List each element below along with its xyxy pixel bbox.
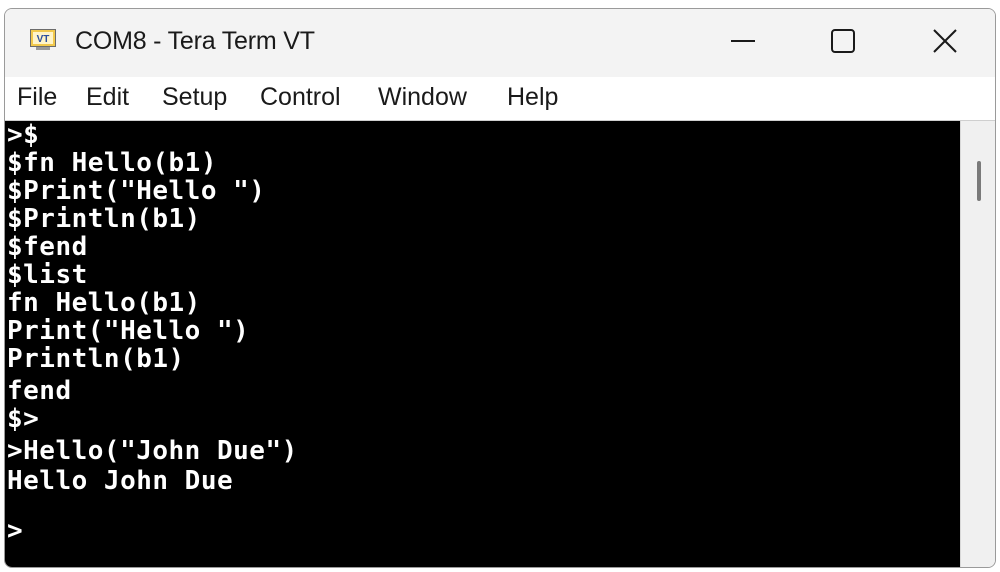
- terminal-line: Print("Hello "): [7, 316, 250, 346]
- terminal-line: fn Hello(b1): [7, 288, 201, 318]
- terminal-line: Hello John Due: [7, 466, 234, 496]
- terminal-line: Println(b1): [7, 344, 185, 374]
- terminal-line: $>: [7, 404, 40, 434]
- terminal-line: $list: [7, 260, 88, 290]
- menu-help[interactable]: Help: [507, 83, 558, 112]
- terminal-line: $Println(b1): [7, 204, 201, 234]
- terminal-line: $fend: [7, 232, 88, 262]
- minimize-button[interactable]: [718, 21, 768, 61]
- window-title: COM8 - Tera Term VT: [75, 27, 315, 55]
- scrollbar-thumb[interactable]: [977, 161, 981, 201]
- menu-file[interactable]: File: [17, 83, 57, 112]
- terminal-output[interactable]: >$ $fn Hello(b1) $Print("Hello ") $Print…: [5, 121, 960, 567]
- terminal-line: $fn Hello(b1): [7, 148, 217, 178]
- menu-control[interactable]: Control: [260, 83, 341, 112]
- terminal-line: >$: [7, 121, 40, 150]
- menu-setup[interactable]: Setup: [162, 83, 227, 112]
- menu-window[interactable]: Window: [378, 83, 467, 112]
- title-bar[interactable]: VT COM8 - Tera Term VT: [5, 9, 995, 77]
- svg-text:VT: VT: [37, 34, 50, 45]
- close-icon: [933, 29, 957, 53]
- minimize-icon: [731, 40, 755, 42]
- vertical-scrollbar[interactable]: [960, 121, 995, 567]
- terminal-line: >Hello("John Due"): [7, 436, 298, 466]
- maximize-icon: [831, 29, 855, 53]
- menu-bar: File Edit Setup Control Window Help: [5, 77, 995, 121]
- menu-edit[interactable]: Edit: [86, 83, 129, 112]
- close-button[interactable]: [920, 21, 970, 61]
- tera-term-vt-icon: VT: [30, 29, 56, 50]
- terminal-line: $Print("Hello "): [7, 176, 266, 206]
- tera-term-window: VT COM8 - Tera Term VT File Edit Setup C…: [4, 8, 996, 568]
- terminal-prompt-line: >: [7, 516, 24, 546]
- terminal-line: fend: [7, 376, 72, 406]
- maximize-button[interactable]: [818, 21, 868, 61]
